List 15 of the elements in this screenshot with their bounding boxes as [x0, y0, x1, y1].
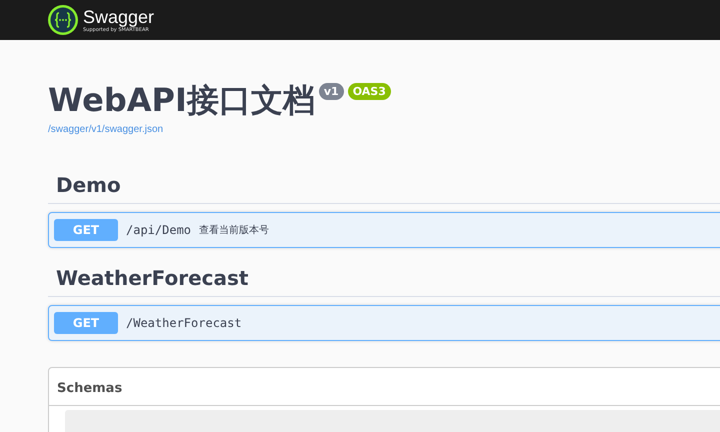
version-badge: v1: [318, 83, 344, 100]
section-heading[interactable]: Demo: [48, 171, 720, 204]
endpoint-summary: 查看当前版本号: [199, 224, 270, 237]
endpoint-path: /WeatherForecast: [126, 316, 242, 330]
braces-logo-icon: [48, 5, 78, 35]
method-badge: GET: [54, 219, 118, 241]
section-heading[interactable]: WeatherForecast: [48, 264, 720, 297]
brand-name: Swagger: [83, 8, 154, 26]
endpoint-row[interactable]: GET /WeatherForecast: [48, 305, 720, 341]
schemas-title[interactable]: Schemas: [57, 381, 122, 396]
method-badge: GET: [54, 312, 118, 334]
spec-badge: OAS3: [348, 83, 391, 100]
endpoint-row[interactable]: GET /api/Demo 查看当前版本号: [48, 212, 720, 248]
endpoint-path: /api/Demo: [126, 223, 192, 237]
page-title: WebAPI接口文档: [48, 80, 315, 120]
